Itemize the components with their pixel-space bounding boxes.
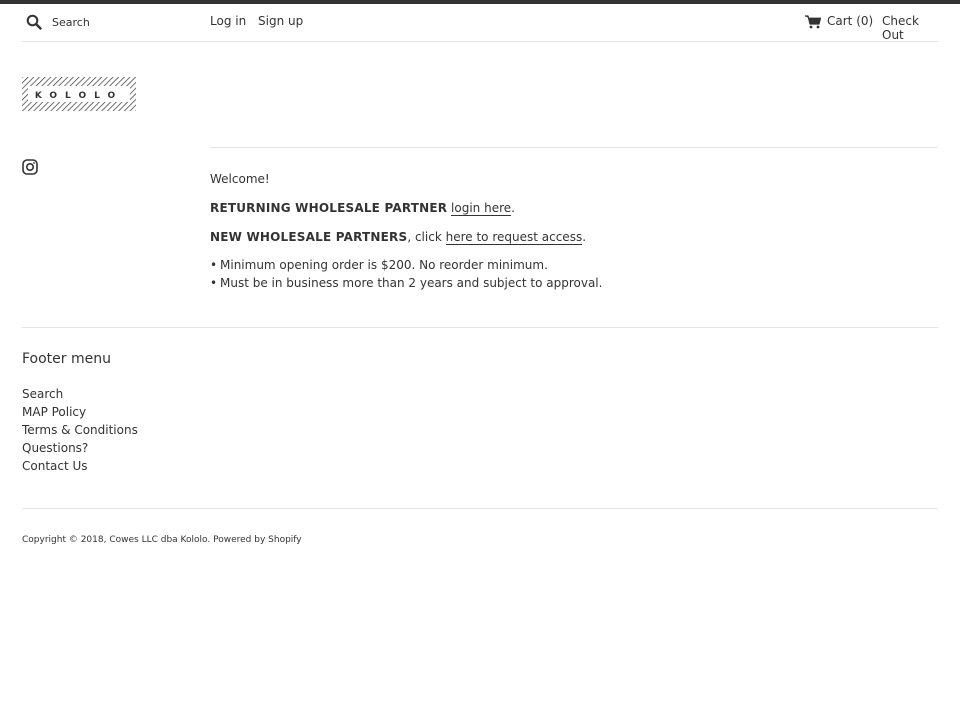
cart-count: (0) <box>856 14 874 28</box>
site-logo[interactable]: KOLOLO <box>22 77 136 111</box>
instagram-icon[interactable] <box>22 159 38 175</box>
login-here-link[interactable]: login here <box>451 201 512 216</box>
powered-by-link[interactable]: Powered by Shopify <box>213 535 302 545</box>
new-partner-text: , click <box>407 230 442 244</box>
cart-icon[interactable] <box>805 15 821 29</box>
main-content: Welcome! RETURNING WHOLESALE PARTNER log… <box>210 170 938 292</box>
company-link[interactable]: Cowes LLC dba Kololo <box>109 535 207 545</box>
site-header: Log in Sign up Cart (0) Check Out <box>22 4 938 42</box>
footer-menu-title: Footer menu <box>22 351 111 367</box>
requirements-list: • Minimum opening order is $200. No reord… <box>210 256 938 292</box>
footer-divider <box>22 327 938 328</box>
login-link[interactable]: Log in <box>210 14 246 28</box>
footer-link-search[interactable]: Search <box>22 387 63 401</box>
list-item: • Must be in business more than 2 years a… <box>210 276 603 290</box>
returning-partner-line: RETURNING WHOLESALE PARTNER login here. <box>210 199 938 217</box>
request-access-link[interactable]: here to request access <box>445 230 583 245</box>
welcome-text: Welcome! <box>210 172 270 186</box>
new-period: . <box>582 230 587 244</box>
footer-link-questions[interactable]: Questions? <box>22 441 88 455</box>
new-partner-heading: NEW WHOLESALE PARTNERS <box>210 230 408 244</box>
footer-link-map-policy[interactable]: MAP Policy <box>22 405 86 419</box>
copyright-divider <box>22 508 938 509</box>
list-item: • Minimum opening order is $200. No reord… <box>210 258 548 272</box>
checkout-link[interactable]: Check Out <box>882 14 938 42</box>
signup-link[interactable]: Sign up <box>258 14 303 28</box>
cart-link[interactable]: Cart (0) <box>827 14 873 28</box>
logo-text: KOLOLO <box>35 91 123 101</box>
footer-link-contact[interactable]: Contact Us <box>22 459 88 473</box>
search-icon[interactable] <box>26 14 42 30</box>
copyright-text: Copyright © 2018, <box>22 535 107 545</box>
copyright-line: Copyright © 2018, Cowes LLC dba Kololo. … <box>22 535 302 545</box>
footer-menu: Search MAP Policy Terms & Conditions Que… <box>22 385 138 475</box>
returning-period: . <box>511 201 515 215</box>
new-partner-line: NEW WHOLESALE PARTNERS, click here to re… <box>210 228 938 246</box>
returning-partner-heading: RETURNING WHOLESALE PARTNER <box>210 201 448 215</box>
content-divider <box>210 147 938 148</box>
footer-link-terms[interactable]: Terms & Conditions <box>22 423 138 437</box>
cart-label: Cart <box>827 14 853 28</box>
search-input[interactable] <box>52 12 202 32</box>
